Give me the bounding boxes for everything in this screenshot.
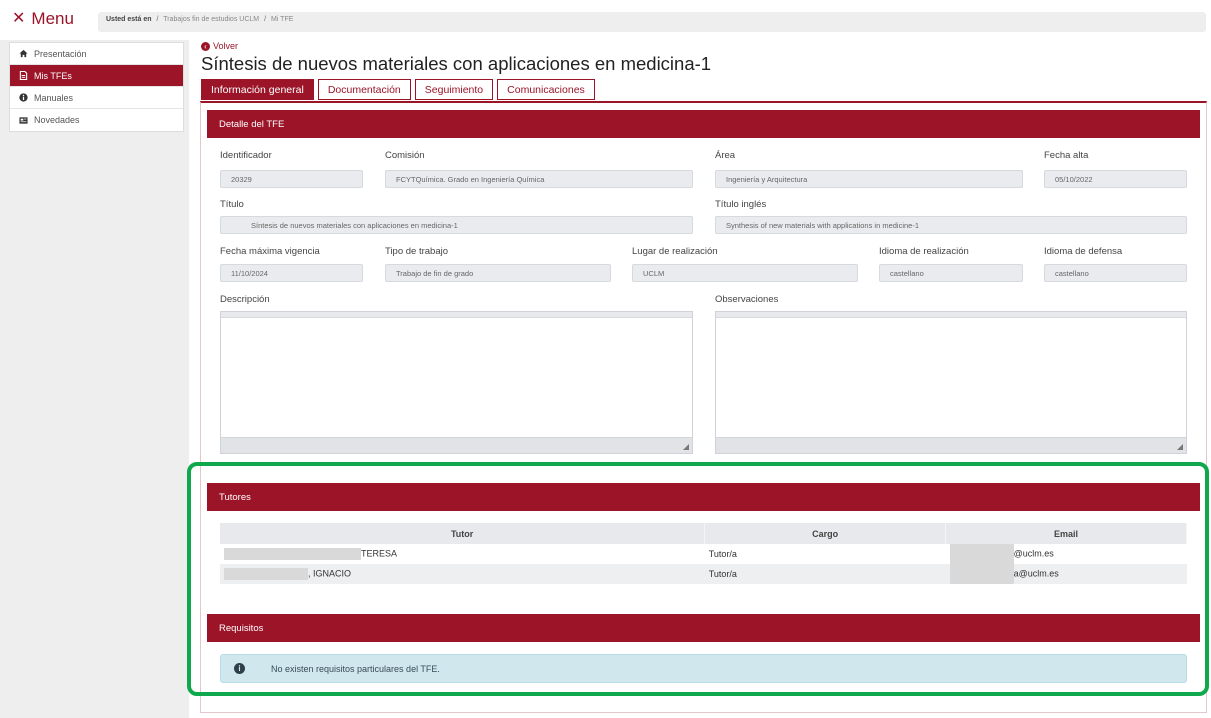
textarea-bottom-bar bbox=[221, 437, 692, 453]
tutores-table: Tutor Cargo Email TERESA Tutor/a @uclm.e… bbox=[220, 523, 1187, 584]
tutores-panel-heading: Tutores bbox=[207, 483, 1200, 511]
requisitos-panel-heading: Requisitos bbox=[207, 614, 1200, 642]
identificador-field: 20329 bbox=[220, 170, 363, 188]
descripcion-textarea bbox=[220, 311, 693, 454]
sidebar: Presentación Mis TFEs Manuales Novedades bbox=[0, 40, 189, 718]
redacted-block bbox=[224, 568, 308, 580]
back-label: Volver bbox=[213, 41, 239, 51]
sidebar-item-label: Mis TFEs bbox=[34, 70, 72, 81]
comision-field: FCYTQuímica. Grado en Ingeniería Química bbox=[385, 170, 693, 188]
requisitos-message: No existen requisitos particulares del T… bbox=[271, 663, 440, 674]
comision-label: Comisión bbox=[385, 150, 425, 161]
breadcrumb-separator: / bbox=[264, 16, 267, 23]
arrow-left-icon: ‹ bbox=[201, 41, 210, 51]
observaciones-textarea bbox=[715, 311, 1187, 454]
observaciones-label: Observaciones bbox=[715, 294, 779, 305]
redacted-block bbox=[949, 564, 1014, 584]
detalle-panel-heading: Detalle del TFE bbox=[207, 110, 1200, 138]
sidebar-item-label: Novedades bbox=[34, 115, 80, 125]
requisitos-info-alert: i No existen requisitos particulares del… bbox=[220, 654, 1187, 683]
idioma-defensa-field: castellano bbox=[1044, 264, 1187, 282]
tutor-cell: TERESA bbox=[220, 544, 705, 564]
email-cell: a@uclm.es bbox=[945, 564, 1187, 584]
idioma-realizacion-field: castellano bbox=[879, 264, 1023, 282]
textarea-bottom-bar bbox=[716, 437, 1186, 453]
menu-label: Menu bbox=[31, 9, 74, 28]
column-header-email: Email bbox=[945, 523, 1187, 544]
tab-seguimiento[interactable]: Seguimiento bbox=[414, 79, 494, 100]
info-icon bbox=[19, 93, 28, 102]
top-bar: ✕ Menu Usted está en / Trabajos fin de e… bbox=[0, 0, 1211, 34]
home-icon bbox=[19, 49, 28, 58]
sidebar-item-label: Manuales bbox=[34, 92, 74, 103]
tab-bar: Información general Documentación Seguim… bbox=[201, 79, 595, 100]
info-icon: i bbox=[234, 663, 245, 674]
sidebar-item-mis-tfes[interactable]: Mis TFEs bbox=[10, 65, 183, 87]
tutor-name: , IGNACIO bbox=[308, 568, 352, 579]
redacted-block bbox=[949, 544, 1014, 564]
breadcrumb-separator: / bbox=[156, 16, 159, 23]
fecha-maxima-field: 11/10/2024 bbox=[220, 264, 363, 282]
titulo-field: Síntesis de nuevos materiales con aplica… bbox=[220, 216, 693, 234]
tipo-trabajo-field: Trabajo de fin de grado bbox=[385, 264, 611, 282]
tutor-email: @uclm.es bbox=[1013, 548, 1054, 559]
sidebar-item-novedades[interactable]: Novedades bbox=[10, 109, 183, 131]
fecha-alta-label: Fecha alta bbox=[1044, 150, 1089, 161]
tutor-cell: , IGNACIO bbox=[220, 564, 705, 584]
email-cell: @uclm.es bbox=[945, 544, 1187, 564]
sidebar-item-label: Presentación bbox=[34, 48, 87, 59]
fecha-maxima-label: Fecha máxima vigencia bbox=[220, 246, 320, 257]
titulo-ingles-label: Título inglés bbox=[715, 199, 767, 210]
table-row: , IGNACIO Tutor/a a@uclm.es bbox=[220, 564, 1187, 584]
redacted-block bbox=[224, 548, 361, 560]
area-label: Área bbox=[715, 150, 736, 161]
tab-documentacion[interactable]: Documentación bbox=[317, 79, 411, 100]
tipo-trabajo-label: Tipo de trabajo bbox=[385, 246, 449, 257]
menu-button[interactable]: ✕ Menu bbox=[12, 9, 74, 29]
news-icon bbox=[19, 116, 28, 124]
tutor-email: a@uclm.es bbox=[1013, 568, 1059, 579]
cargo-cell: Tutor/a bbox=[704, 564, 946, 584]
lugar-label: Lugar de realización bbox=[632, 246, 718, 257]
page-title: Síntesis de nuevos materiales con aplica… bbox=[201, 53, 712, 74]
column-header-cargo: Cargo bbox=[704, 523, 947, 544]
breadcrumb: Usted está en / Trabajos fin de estudios… bbox=[98, 12, 1206, 32]
idioma-defensa-label: Idioma de defensa bbox=[1044, 246, 1123, 257]
titulo-ingles-field: Synthesis of new materials with applicat… bbox=[715, 216, 1187, 234]
idioma-realizacion-label: Idioma de realización bbox=[879, 246, 969, 257]
tab-comunicaciones[interactable]: Comunicaciones bbox=[497, 79, 595, 100]
fecha-alta-field: 05/10/2022 bbox=[1044, 170, 1187, 188]
area-field: Ingeniería y Arquitectura bbox=[715, 170, 1023, 188]
tab-informacion-general[interactable]: Información general bbox=[201, 79, 314, 100]
table-header-row: Tutor Cargo Email bbox=[220, 523, 1187, 544]
titulo-label: Título bbox=[220, 199, 244, 210]
sidebar-item-presentacion[interactable]: Presentación bbox=[10, 43, 183, 65]
descripcion-label: Descripción bbox=[220, 294, 270, 305]
back-link[interactable]: ‹ Volver bbox=[201, 41, 238, 51]
document-icon bbox=[19, 71, 28, 80]
breadcrumb-item-mi-tfe: Mi TFE bbox=[270, 16, 294, 23]
sidebar-menu: Presentación Mis TFEs Manuales Novedades bbox=[9, 42, 184, 132]
textarea-top-bar bbox=[221, 312, 692, 318]
table-row: TERESA Tutor/a @uclm.es bbox=[220, 544, 1187, 564]
close-icon: ✕ bbox=[12, 10, 26, 27]
column-header-tutor: Tutor bbox=[220, 523, 706, 544]
lugar-field: UCLM bbox=[632, 264, 858, 282]
breadcrumb-lead: Usted está en bbox=[106, 16, 152, 23]
identificador-label: Identificador bbox=[220, 150, 272, 161]
breadcrumb-item-trabajos[interactable]: Trabajos fin de estudios UCLM bbox=[163, 16, 259, 23]
resize-handle-icon[interactable] bbox=[683, 444, 689, 450]
tutor-name: TERESA bbox=[361, 548, 398, 559]
sidebar-item-manuales[interactable]: Manuales bbox=[10, 87, 183, 109]
textarea-top-bar bbox=[716, 312, 1186, 318]
resize-handle-icon[interactable] bbox=[1177, 444, 1183, 450]
cargo-cell: Tutor/a bbox=[704, 544, 946, 564]
